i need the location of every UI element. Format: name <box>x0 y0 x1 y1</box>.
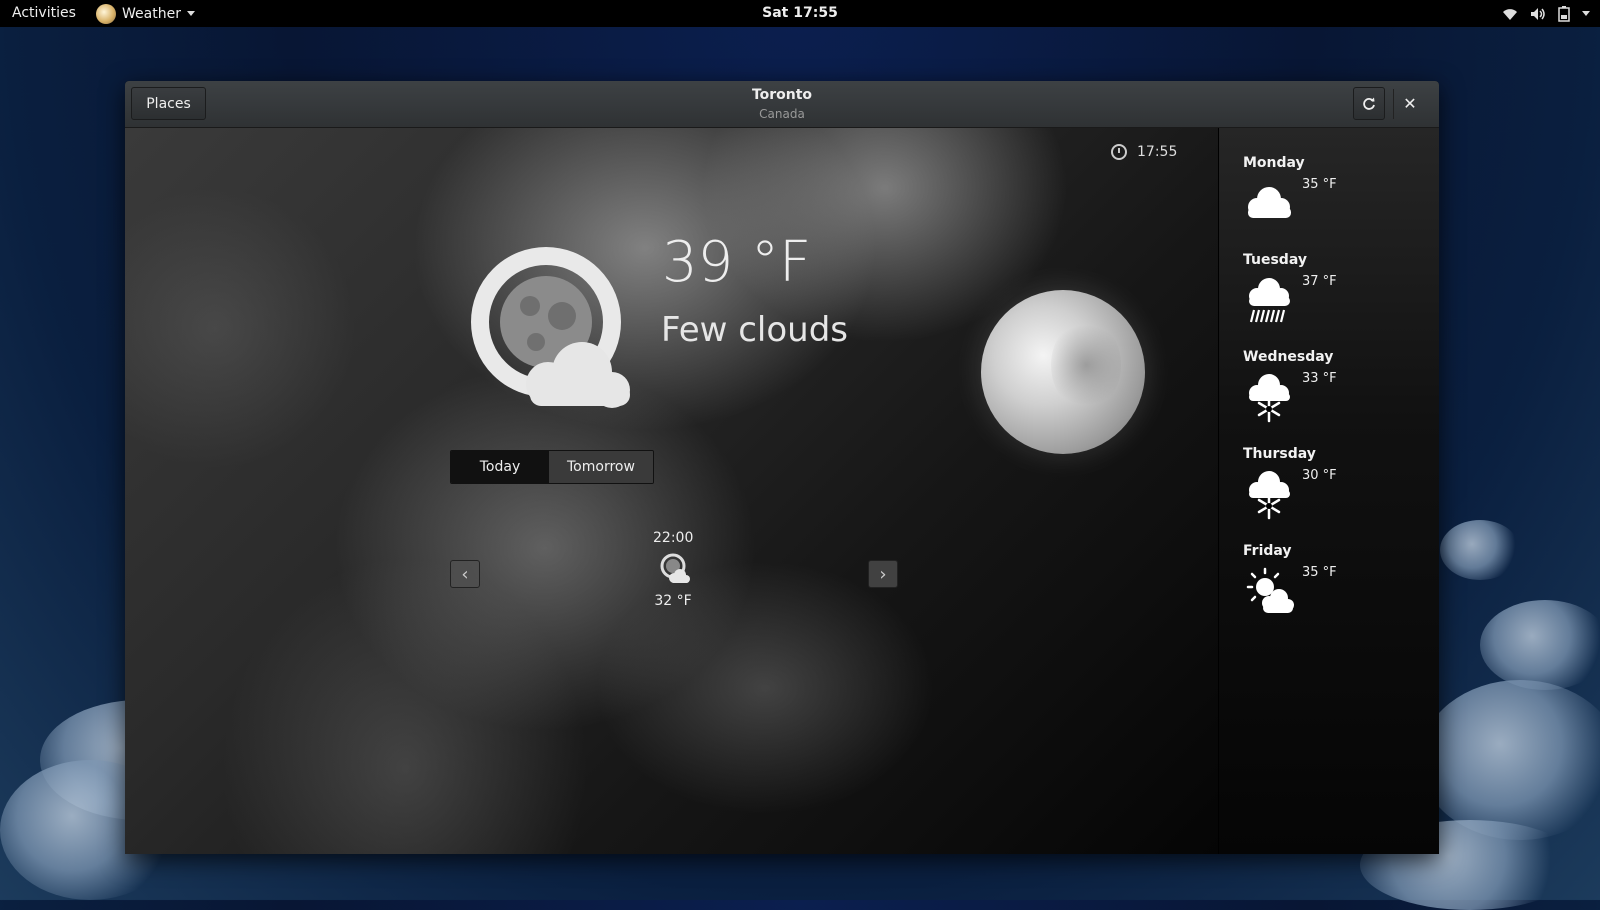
city-title: Toronto <box>751 87 813 103</box>
forecast-day-temp: 35 °F <box>1302 177 1337 192</box>
weather-window: Places Toronto Canada ✕ 17:55 39 °F Few … <box>125 81 1439 854</box>
tab-today[interactable]: Today <box>451 451 549 483</box>
close-button[interactable]: ✕ <box>1395 87 1425 120</box>
forecast-sidebar: Monday 35 °F Tuesday 37 °F Wednesday 33 … <box>1219 128 1439 854</box>
forecast-day: Monday 35 °F <box>1243 155 1423 252</box>
app-menu[interactable]: Weather <box>96 0 195 27</box>
forecast-day-name: Friday <box>1243 543 1292 559</box>
cloud-icon <box>1248 187 1291 218</box>
current-condition: Few clouds <box>661 310 849 350</box>
clock-icon <box>1111 144 1127 160</box>
close-icon: ✕ <box>1403 94 1417 113</box>
day-switcher: Today Tomorrow <box>450 450 654 484</box>
moon-few-clouds-small-icon <box>660 553 690 583</box>
forecast-day-temp: 33 °F <box>1302 371 1337 386</box>
snow-icon <box>1249 471 1290 520</box>
sun-clouds-icon <box>1246 567 1294 613</box>
moon-few-clouds-icon <box>471 247 630 408</box>
places-button[interactable]: Places <box>131 87 206 120</box>
wifi-icon <box>1503 8 1517 20</box>
forecast-day: Friday 35 °F <box>1243 543 1423 640</box>
system-menu-chevron-icon <box>1582 11 1590 16</box>
hourly-temperature: 32 °F <box>654 593 692 609</box>
moon-background-image <box>981 290 1145 454</box>
last-updated: 17:55 <box>1111 144 1177 160</box>
forecast-day-temp: 30 °F <box>1302 468 1337 483</box>
forecast-day-temp: 35 °F <box>1302 565 1337 580</box>
tab-tomorrow[interactable]: Tomorrow <box>549 451 653 483</box>
country-subtitle: Canada <box>759 107 805 121</box>
previous-hours-button[interactable]: ‹ <box>450 560 480 588</box>
snow-icon <box>1249 374 1290 423</box>
header-bar: Places Toronto Canada ✕ <box>125 81 1439 128</box>
status-area[interactable] <box>1502 0 1590 27</box>
refresh-button[interactable] <box>1353 87 1385 120</box>
forecast-day: Thursday 30 °F <box>1243 446 1423 543</box>
weather-app-icon <box>96 3 116 24</box>
rain-icon <box>1249 278 1290 323</box>
current-conditions-panel: 17:55 39 °F Few clouds Today Tomorrow ‹ <box>125 128 1218 854</box>
forecast-day-name: Wednesday <box>1243 349 1334 365</box>
header-separator <box>1393 89 1394 119</box>
forecast-day-name: Tuesday <box>1243 252 1307 268</box>
forecast-day: Wednesday 33 °F <box>1243 349 1423 446</box>
activities-button[interactable]: Activities <box>12 5 76 21</box>
chevron-down-icon <box>186 11 195 16</box>
refresh-icon <box>1363 97 1375 110</box>
chevron-right-icon: › <box>879 563 887 585</box>
current-temperature: 39 °F <box>662 230 812 295</box>
top-bar-clock[interactable]: Sat 17:55 <box>762 5 838 21</box>
battery-icon <box>1558 5 1570 22</box>
top-bar: Activities Weather Sat 17:55 <box>0 0 1600 27</box>
app-menu-label: Weather <box>122 5 181 22</box>
forecast-day-temp: 37 °F <box>1302 274 1337 289</box>
next-hours-button[interactable]: › <box>868 560 898 588</box>
hourly-time: 22:00 <box>653 530 694 546</box>
forecast-day-name: Monday <box>1243 155 1305 171</box>
forecast-day: Tuesday 37 °F <box>1243 252 1423 349</box>
forecast-day-name: Thursday <box>1243 446 1316 462</box>
volume-icon <box>1531 7 1545 20</box>
last-updated-time: 17:55 <box>1137 144 1178 160</box>
chevron-left-icon: ‹ <box>461 563 469 585</box>
